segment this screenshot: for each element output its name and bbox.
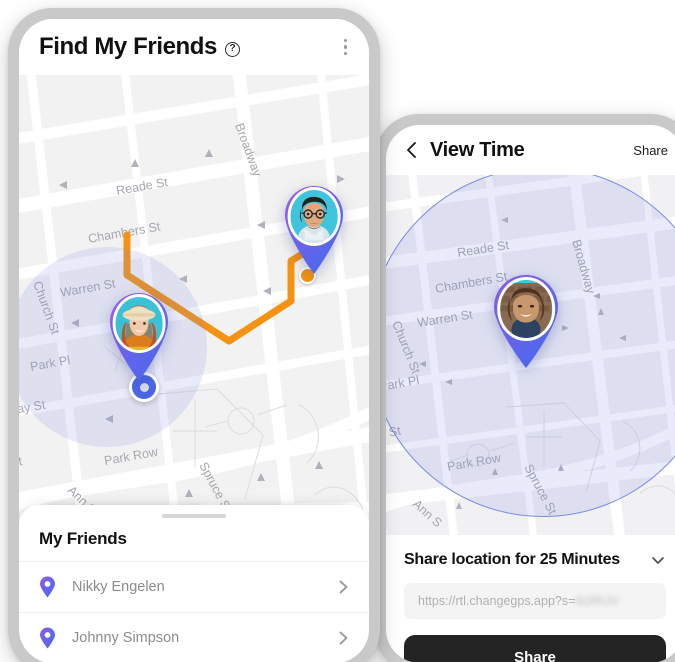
friend-marker-female[interactable] (106, 290, 172, 382)
sheet-title: My Friends (39, 529, 127, 548)
help-circle-icon[interactable]: ? (225, 41, 241, 57)
map-pin-icon (39, 576, 56, 598)
friend-marker-male[interactable] (281, 183, 347, 275)
friend-list-item-johnny[interactable]: Johnny Simpson (19, 612, 369, 662)
avatar-photo (290, 193, 338, 243)
duration-selector[interactable]: Share location for 25 Minutes (404, 551, 666, 569)
phone-back-view-time: View Time Share Broadway Reade St Chambe… (375, 114, 675, 662)
friend-name: Nikky Engelen (72, 579, 165, 595)
map-view-time[interactable]: Broadway Reade St Chambers St Warren St … (386, 175, 675, 535)
kebab-menu-icon[interactable] (340, 33, 351, 61)
friend-list-item-nikky[interactable]: Nikky Engelen (19, 561, 369, 612)
page-title-view-time: View Time (430, 138, 525, 161)
chevron-left-icon[interactable] (402, 140, 422, 160)
share-link[interactable]: Share (633, 143, 668, 158)
avatar (287, 187, 341, 246)
appbar-view-time: View Time Share (386, 125, 675, 175)
duration-label: Share location for 25 Minutes (404, 551, 620, 568)
share-link-field[interactable]: https://rtl.changegps.app?s= 6ORUV (404, 583, 666, 619)
chevron-right-icon[interactable] (335, 579, 351, 595)
share-duration-panel: Share location for 25 Minutes https://rt… (386, 535, 675, 662)
appbar-find-my-friends: Find My Friends ? (19, 19, 369, 75)
map-pin-icon (39, 627, 56, 649)
share-url-blurred: 6ORUV (575, 594, 619, 608)
screen-view-time: View Time Share Broadway Reade St Chambe… (386, 125, 675, 662)
avatar-photo (115, 300, 163, 350)
avatar-photo (500, 283, 552, 338)
screenshot-stage: View Time Share Broadway Reade St Chambe… (0, 0, 675, 662)
map-find-my-friends[interactable]: Broadway Reade St Chambers St Warren St … (19, 75, 369, 565)
chevron-right-icon[interactable] (335, 630, 351, 646)
phone-front-find-my-friends: Find My Friends ? Broadway Reade St Cham… (8, 8, 380, 662)
chevron-down-icon[interactable] (650, 552, 666, 568)
avatar (112, 294, 166, 353)
shared-location-marker[interactable] (490, 273, 562, 369)
avatar (497, 277, 555, 341)
screen-find-my-friends: Find My Friends ? Broadway Reade St Cham… (19, 19, 369, 662)
page-title: Find My Friends (39, 33, 218, 60)
share-button[interactable]: Share (404, 635, 666, 662)
my-friends-sheet: My Friends Nikky Engelen Johnny Simpson (19, 504, 369, 662)
share-url-visible: https://rtl.changegps.app?s= (418, 594, 576, 608)
friend-name: Johnny Simpson (72, 630, 180, 646)
